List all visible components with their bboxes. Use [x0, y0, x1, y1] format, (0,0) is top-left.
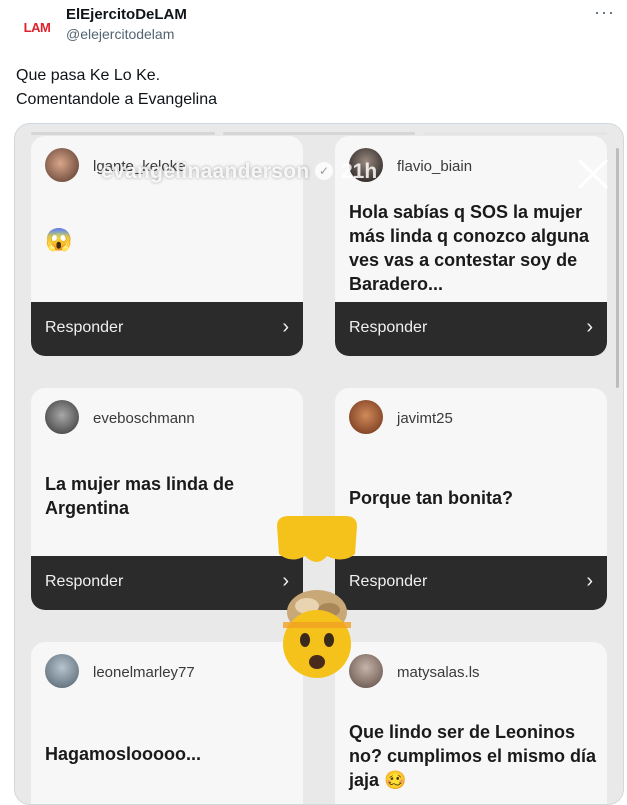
reply-button[interactable]: Responder ›: [335, 302, 607, 356]
avatar-logo-text: LAM: [23, 19, 51, 35]
comment-text: Hola sabías q SOS la mujer más linda q c…: [349, 202, 590, 294]
close-icon[interactable]: [573, 154, 613, 194]
commenter-avatar[interactable]: [45, 148, 79, 182]
story-username[interactable]: evangelinaanderson: [101, 160, 309, 184]
account-handle[interactable]: @elejercitodelam: [66, 26, 174, 42]
commenter-username[interactable]: matysalas.ls: [397, 664, 480, 681]
display-name[interactable]: ElEjercitoDeLAM: [66, 6, 187, 23]
comment-text: 😱: [45, 227, 73, 252]
commenter-username[interactable]: javimt25: [397, 410, 453, 427]
story-progress-segment: [423, 132, 607, 135]
scrollbar-thumb[interactable]: [616, 148, 619, 388]
commenter-avatar[interactable]: [45, 654, 79, 688]
tweet-text-line-2: Comentandole a Evangelina: [16, 91, 218, 108]
commenter-username[interactable]: eveboschmann: [93, 410, 195, 427]
reply-button[interactable]: Responder ›: [31, 302, 303, 356]
chevron-right-icon: ›: [586, 316, 593, 338]
tweet-text-line-1: Que pasa Ke Lo Ke.: [16, 67, 161, 84]
exploding-head-emoji-icon: [277, 516, 357, 678]
account-avatar[interactable]: LAM: [16, 6, 58, 48]
chevron-right-icon: ›: [282, 316, 289, 338]
comment-text: Que lindo ser de Leoninos no? cumplimos …: [349, 722, 597, 790]
story-timestamp: 21h: [341, 160, 378, 183]
reply-button-label: Responder: [45, 573, 124, 590]
comment-text: La mujer mas linda de Argentina: [45, 474, 235, 518]
chevron-right-icon: ›: [586, 570, 593, 592]
more-options-icon[interactable]: ···: [594, 2, 615, 23]
story-progress-segment: [31, 132, 215, 135]
commenter-avatar[interactable]: [349, 400, 383, 434]
story-progress-segment: [223, 132, 415, 135]
commenter-avatar[interactable]: [45, 400, 79, 434]
commenter-username[interactable]: leonelmarley77: [93, 664, 195, 681]
comment-text: Porque tan bonita?: [349, 488, 513, 508]
tweet-media-image[interactable]: lgante_keloke 😱 Responder › flavio_biain…: [14, 123, 624, 805]
commenter-username[interactable]: flavio_biain: [397, 158, 472, 175]
comment-text: Hagamoslooooo...: [45, 744, 202, 764]
reply-button-label: Responder: [349, 319, 428, 336]
reply-button-label: Responder: [45, 319, 124, 336]
tweet-text: Que pasa Ke Lo Ke. Comentandole a Evange…: [16, 64, 217, 112]
verified-badge-icon: ✓: [315, 162, 333, 180]
